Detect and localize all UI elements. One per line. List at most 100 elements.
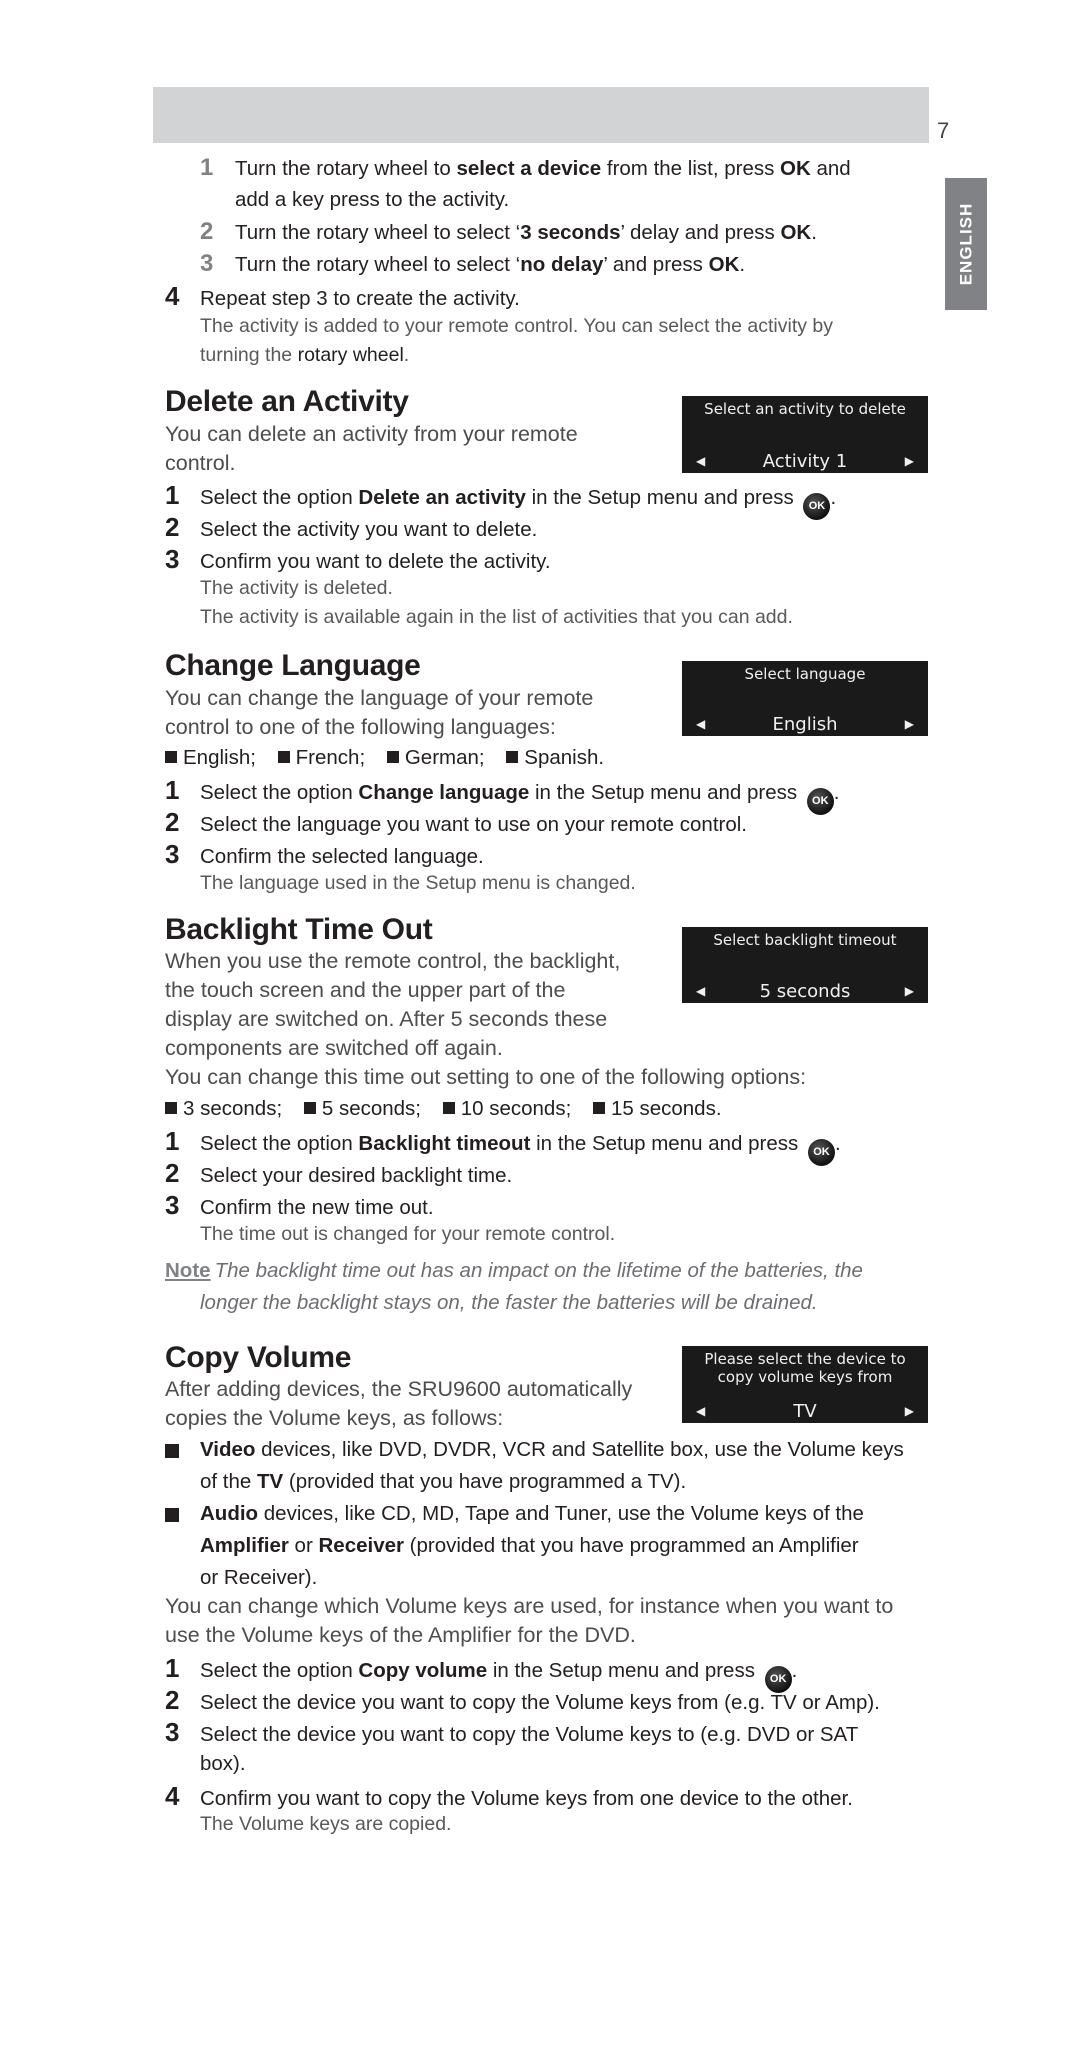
language-options: English; French; German; Spanish. <box>165 742 620 774</box>
delete-step-3: 3 Confirm you want to delete the activit… <box>165 543 551 578</box>
bullet-square-icon <box>506 751 519 763</box>
step-number: 3 <box>165 1717 180 1747</box>
arrow-right-icon: ▶ <box>904 454 914 468</box>
step-number: 2 <box>165 807 180 837</box>
backlight-note-line-2: longer the backlight stays on, the faste… <box>200 1291 818 1314</box>
backlight-step-2: 2 Select your desired backlight time. <box>165 1157 512 1192</box>
delete-result-2: The activity is available again in the l… <box>200 606 793 628</box>
substep-1: 1 Turn the rotary wheel to select a devi… <box>200 152 851 185</box>
lcd-value: Activity 1 <box>762 450 848 472</box>
copy-volume-desc-line-1: After adding devices, the SRU9600 automa… <box>165 1377 633 1401</box>
emphasized-term: Video <box>200 1438 256 1461</box>
step-number: 1 <box>165 1653 180 1683</box>
ok-button-icon: OK <box>803 493 831 520</box>
step-number: 2 <box>165 1158 180 1188</box>
ok-button-icon: OK <box>806 788 834 815</box>
lcd-title-line-1: Please select the device to <box>704 1350 906 1368</box>
step-number: 3 <box>165 839 180 869</box>
lcd-value: English <box>772 713 838 735</box>
delete-desc-line-1: You can delete an activity from your rem… <box>165 422 578 446</box>
menu-option-name: Delete an activity <box>358 486 526 509</box>
section-title-change-language: Change Language <box>165 649 421 682</box>
arrow-left-icon: ◀ <box>696 454 706 468</box>
bullet-square-icon <box>165 1508 179 1522</box>
language-step-2: 2 Select the language you want to use on… <box>165 806 747 841</box>
backlight-desc-line-3: display are switched on. After 5 seconds… <box>165 1007 608 1031</box>
language-step-3: 3 Confirm the selected language. <box>165 838 484 873</box>
menu-option-name: Change language <box>358 781 530 804</box>
language-tab: ENGLISH <box>945 178 987 310</box>
lcd-value: TV <box>793 1400 817 1422</box>
delete-desc-line-2: control. <box>165 451 236 475</box>
bullet-audio-devices: Audio devices, like CD, MD, Tape and Tun… <box>165 1498 864 1594</box>
backlight-step-3: 3 Confirm the new time out. <box>165 1189 434 1224</box>
arrow-left-icon: ◀ <box>696 717 706 731</box>
option-15-seconds: 15 seconds. <box>592 1097 722 1120</box>
option-french: French; <box>277 746 365 769</box>
backlight-desc-full: You can change this time out setting to … <box>165 1065 807 1089</box>
bullet-square-icon <box>442 1102 455 1114</box>
step-number: 3 <box>165 1190 180 1220</box>
language-desc-line-1: You can change the language of your remo… <box>165 686 594 710</box>
intro-result-line-2: turning the rotary wheel. <box>200 344 410 366</box>
bullet-square-icon <box>277 751 290 763</box>
step-number: 1 <box>165 480 180 510</box>
page-header-bar <box>153 87 929 143</box>
language-desc-line-2: control to one of the following language… <box>165 715 556 739</box>
section-title-delete-activity: Delete an Activity <box>165 385 409 418</box>
page-number: 7 <box>937 118 950 143</box>
arrow-right-icon: ▶ <box>904 1404 914 1418</box>
lcd-backlight-timeout: Select backlight timeout ◀ 5 seconds ▶ <box>682 927 928 1003</box>
rotary-wheel-term: rotary wheel <box>297 344 404 366</box>
lcd-title: Select an activity to delete <box>704 400 906 418</box>
emphasized-term: Amplifier <box>200 1534 289 1557</box>
emphasized-term: OK <box>780 221 812 244</box>
lcd-delete-activity: Select an activity to delete ◀ Activity 1… <box>682 396 928 473</box>
bullet-video-devices: Video devices, like DVD, DVDR, VCR and S… <box>165 1434 904 1498</box>
delete-step-2: 2 Select the activity you want to delete… <box>165 511 537 546</box>
bullet-square-icon <box>592 1102 605 1114</box>
option-spanish: Spanish. <box>506 746 604 769</box>
arrow-right-icon: ▶ <box>904 984 914 998</box>
copy-volume-step-2: 2 Select the device you want to copy the… <box>165 1684 880 1719</box>
option-10-seconds: 10 seconds; <box>442 1097 571 1120</box>
step-number: 1 <box>165 1126 180 1156</box>
lcd-title: Select language <box>744 665 866 683</box>
emphasized-term: OK <box>708 253 740 276</box>
substep-number: 2 <box>200 218 214 245</box>
arrow-left-icon: ◀ <box>696 1404 706 1418</box>
step-4: 4 Repeat step 3 to create the activity. <box>165 280 520 315</box>
emphasized-term: 3 seconds <box>520 221 621 244</box>
option-3-seconds: 3 seconds; <box>165 1097 282 1120</box>
option-5-seconds: 5 seconds; <box>303 1097 421 1120</box>
emphasized-term: Audio <box>200 1502 259 1525</box>
emphasized-term: select a device <box>456 157 602 180</box>
emphasized-term: Receiver <box>318 1534 404 1557</box>
step-text: Repeat step 3 to create the activity. <box>200 287 520 310</box>
step-text: Select the device you want to copy the V… <box>200 1723 859 1746</box>
substep-3: 3 Turn the rotary wheel to select ‘no de… <box>200 248 745 281</box>
language-result-1: The language used in the Setup menu is c… <box>200 872 636 894</box>
backlight-result-1: The time out is changed for your remote … <box>200 1223 616 1245</box>
backlight-note: Note The backlight time out has an impact… <box>165 1259 863 1282</box>
arrow-left-icon: ◀ <box>696 984 706 998</box>
note-label: Note <box>165 1259 211 1282</box>
lcd-copy-volume: Please select the device to copy volume … <box>682 1346 928 1423</box>
menu-option-name: Copy volume <box>358 1659 488 1682</box>
substep-2: 2 Turn the rotary wheel to select ‘3 sec… <box>200 216 817 249</box>
step-number: 2 <box>165 512 180 542</box>
bullet-square-icon <box>386 751 399 763</box>
backlight-options: 3 seconds; 5 seconds; 10 seconds; 15 sec… <box>165 1093 738 1125</box>
backlight-desc-line-2: the touch screen and the upper part of t… <box>165 978 566 1002</box>
step-text: Select the activity you want to delete. <box>200 518 538 541</box>
substep-number: 1 <box>200 154 214 181</box>
option-english: English; <box>165 746 256 769</box>
step-text: Select the language you want to use on y… <box>200 813 748 836</box>
ok-button-icon: OK <box>807 1139 835 1166</box>
option-german: German; <box>386 746 485 769</box>
emphasized-term: no delay <box>520 253 604 276</box>
step-number: 1 <box>165 775 180 805</box>
step-number: 2 <box>165 1685 180 1715</box>
copy-volume-change-line-2: use the Volume keys of the Amplifier for… <box>165 1623 636 1647</box>
bullet-square-icon <box>303 1102 316 1114</box>
